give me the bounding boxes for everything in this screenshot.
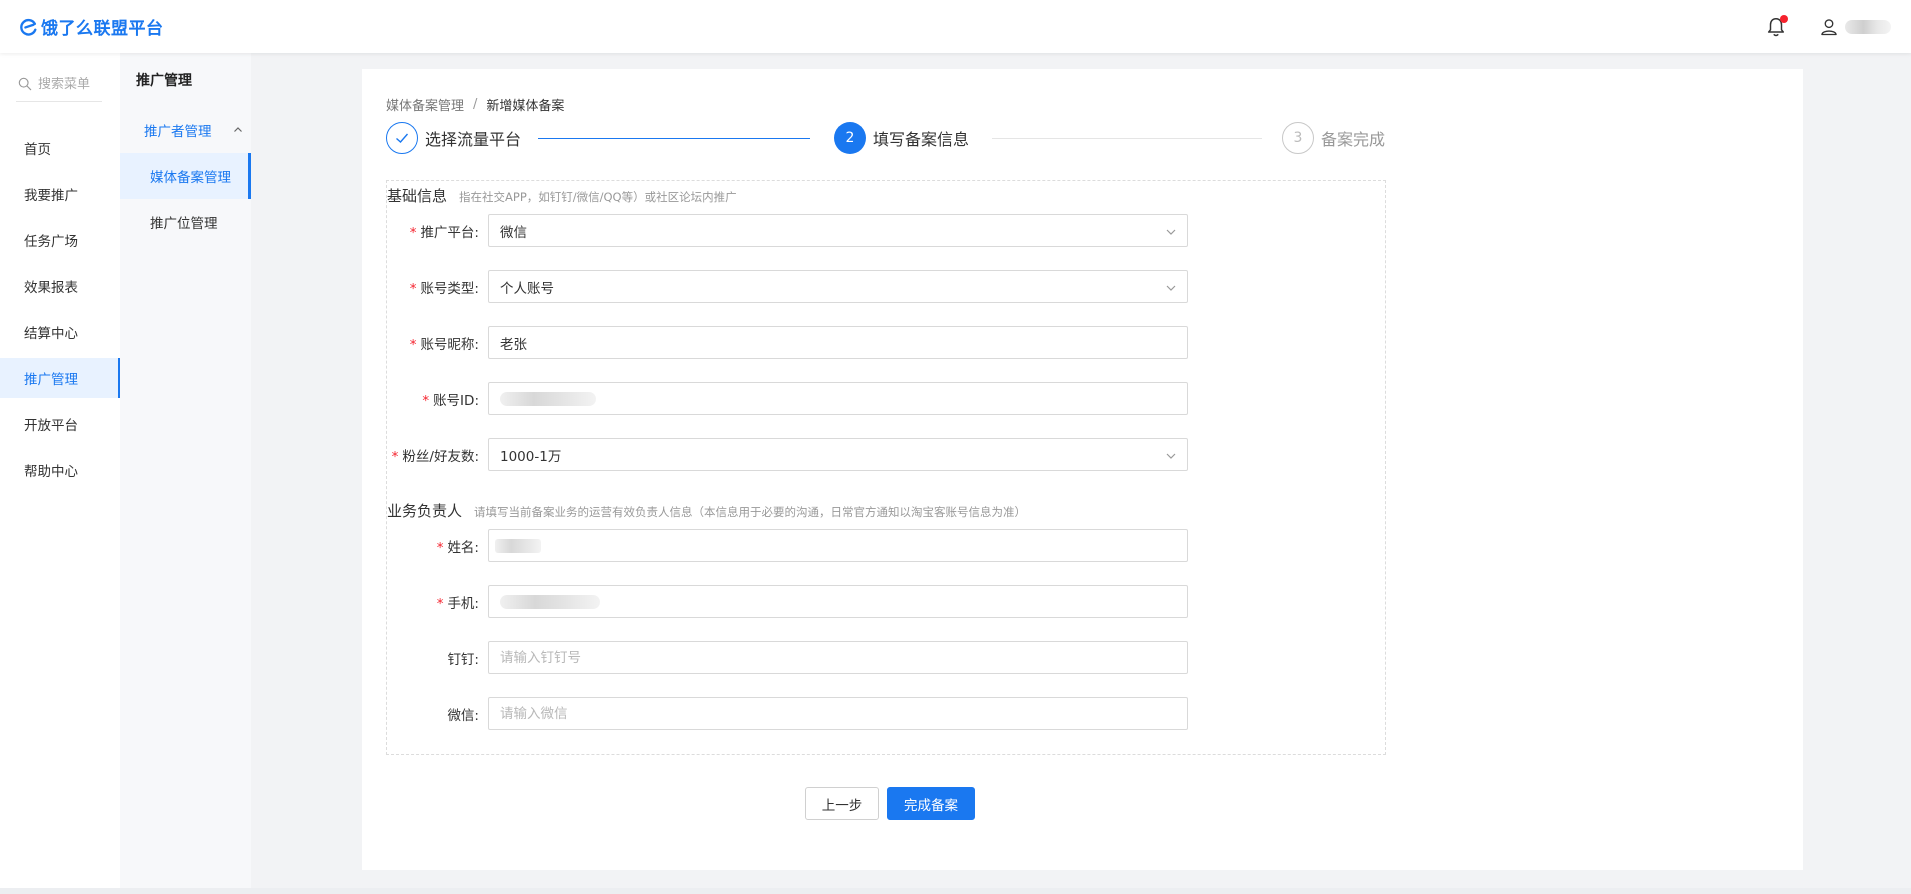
- chevron-down-icon: [1166, 285, 1176, 291]
- nav-item-open-platform[interactable]: 开放平台: [0, 404, 120, 444]
- step-complete: 3 备案完成: [1282, 122, 1385, 154]
- menu-search-input[interactable]: [38, 76, 108, 92]
- row-account-id: * 账号ID:: [387, 382, 1188, 415]
- notification-dot: [1780, 14, 1788, 23]
- chevron-down-icon: [1166, 229, 1176, 235]
- subnav-item-promotion-position[interactable]: 推广位管理: [120, 199, 251, 245]
- logo[interactable]: 饿了么联盟平台: [20, 0, 164, 53]
- field-label: 钉钉:: [447, 651, 479, 668]
- basic-info-section: 基础信息 指在社交APP，如钉钉/微信/QQ等）或社区论坛内推广: [387, 185, 737, 206]
- nav-item-reports[interactable]: 效果报表: [0, 266, 120, 306]
- username-redacted[interactable]: [1845, 19, 1891, 34]
- breadcrumb-current: 新增媒体备案: [486, 99, 565, 114]
- subnav-item-media-filing[interactable]: 媒体备案管理: [120, 153, 251, 199]
- account-id-redacted: [500, 391, 596, 406]
- field-label: * 账号ID:: [422, 392, 479, 409]
- field-label: * 推广平台:: [409, 224, 479, 241]
- bottom-strip: [0, 888, 1911, 894]
- name-input[interactable]: [488, 529, 1188, 562]
- step-select-platform: 选择流量平台: [386, 122, 521, 154]
- breadcrumb-parent[interactable]: 媒体备案管理: [386, 95, 464, 114]
- top-header: 饿了么联盟平台: [0, 0, 1911, 53]
- secondary-sidebar: 推广管理 推广者管理 媒体备案管理 推广位管理: [120, 53, 251, 894]
- nickname-value: 老张: [500, 336, 527, 353]
- subnav-group-label: 推广者管理: [144, 124, 212, 140]
- step-number: 2: [834, 122, 866, 154]
- chevron-down-icon: [1166, 453, 1176, 459]
- field-label: * 手机:: [436, 595, 479, 612]
- primary-nav: 首页 我要推广 任务广场 效果报表 结算中心 推广管理 开放平台 帮助中心: [0, 128, 120, 490]
- step-connector-pending: [992, 138, 1262, 139]
- followers-select[interactable]: 1000-1万: [488, 438, 1188, 471]
- nav-item-help-center[interactable]: 帮助中心: [0, 450, 120, 490]
- search-underline: [16, 101, 102, 102]
- breadcrumb-separator: /: [473, 97, 478, 112]
- account-type-select[interactable]: 个人账号: [488, 270, 1188, 303]
- nav-item-settlement[interactable]: 结算中心: [0, 312, 120, 352]
- row-nickname: * 账号昵称: 老张: [387, 326, 1188, 359]
- section-hint: 请填写当前备案业务的运营有效负责人信息（本信息用于必要的沟通，日常官方通知以淘宝…: [474, 505, 1027, 519]
- row-phone: * 手机:: [387, 585, 1188, 618]
- nav-item-promotion-management[interactable]: 推广管理: [0, 358, 120, 398]
- section-hint: 指在社交APP，如钉钉/微信/QQ等）或社区论坛内推广: [459, 190, 737, 204]
- prev-step-button[interactable]: 上一步: [805, 787, 879, 820]
- platform-select[interactable]: 微信: [488, 214, 1188, 247]
- wechat-field[interactable]: [488, 697, 1188, 730]
- row-platform: * 推广平台: 微信: [387, 214, 1188, 247]
- search-icon: [18, 77, 32, 91]
- account-id-input[interactable]: [488, 382, 1188, 415]
- nav-item-task-square[interactable]: 任务广场: [0, 220, 120, 260]
- subnav-group-promoter-management[interactable]: 推广者管理: [120, 107, 251, 153]
- header-actions: [1765, 0, 1891, 53]
- main-card: 媒体备案管理 / 新增媒体备案 选择流量平台 2 填写备案信息 3 备案完成 基…: [362, 69, 1803, 870]
- nav-item-home[interactable]: 首页: [0, 128, 120, 168]
- phone-input[interactable]: [488, 585, 1188, 618]
- followers-value: 1000-1万: [500, 448, 562, 465]
- step-label: 备案完成: [1321, 130, 1386, 149]
- primary-sidebar: 首页 我要推广 任务广场 效果报表 结算中心 推广管理 开放平台 帮助中心: [0, 53, 120, 894]
- row-followers: * 粉丝/好友数: 1000-1万: [387, 438, 1188, 471]
- user-icon[interactable]: [1819, 17, 1839, 37]
- step-label: 填写备案信息: [873, 130, 970, 149]
- nickname-input[interactable]: 老张: [488, 326, 1188, 359]
- eleme-logo-icon: [20, 18, 37, 36]
- finish-filing-button[interactable]: 完成备案: [887, 787, 975, 820]
- row-account-type: * 账号类型: 个人账号: [387, 270, 1188, 303]
- step-fill-info: 2 填写备案信息: [834, 122, 969, 154]
- field-label: * 姓名:: [436, 539, 479, 556]
- platform-value: 微信: [500, 224, 527, 241]
- account-type-value: 个人账号: [500, 280, 554, 297]
- section-title: 业务负责人: [387, 502, 463, 520]
- row-dingtalk: 钉钉:: [387, 641, 1188, 674]
- field-label: * 账号类型:: [409, 280, 479, 297]
- step-connector-done: [538, 138, 810, 139]
- notification-button[interactable]: [1765, 14, 1788, 38]
- row-wechat: 微信:: [387, 697, 1188, 730]
- field-label: 微信:: [447, 707, 479, 724]
- owner-info-section: 业务负责人 请填写当前备案业务的运营有效负责人信息（本信息用于必要的沟通，日常官…: [387, 500, 1026, 521]
- step-label: 选择流量平台: [425, 130, 522, 149]
- wechat-input[interactable]: [500, 698, 1187, 729]
- field-label: * 账号昵称:: [409, 336, 479, 353]
- dingtalk-input[interactable]: [500, 642, 1187, 673]
- name-redacted: [495, 538, 541, 553]
- row-name: * 姓名:: [387, 529, 1188, 562]
- field-label: * 粉丝/好友数:: [391, 448, 479, 465]
- subnav-title: 推广管理: [136, 73, 192, 89]
- filing-form: 基础信息 指在社交APP，如钉钉/微信/QQ等）或社区论坛内推广 * 推广平台: …: [386, 180, 1386, 755]
- step-number: 3: [1282, 122, 1314, 154]
- section-title: 基础信息: [387, 187, 448, 205]
- dingtalk-field[interactable]: [488, 641, 1188, 674]
- check-icon: [396, 133, 409, 143]
- phone-redacted: [500, 594, 600, 609]
- logo-text: 饿了么联盟平台: [41, 19, 164, 39]
- chevron-up-icon: [234, 127, 242, 132]
- nav-item-promote[interactable]: 我要推广: [0, 174, 120, 214]
- breadcrumb: 媒体备案管理 / 新增媒体备案: [386, 95, 564, 114]
- step-done-indicator: [386, 122, 418, 154]
- menu-search: [0, 53, 120, 115]
